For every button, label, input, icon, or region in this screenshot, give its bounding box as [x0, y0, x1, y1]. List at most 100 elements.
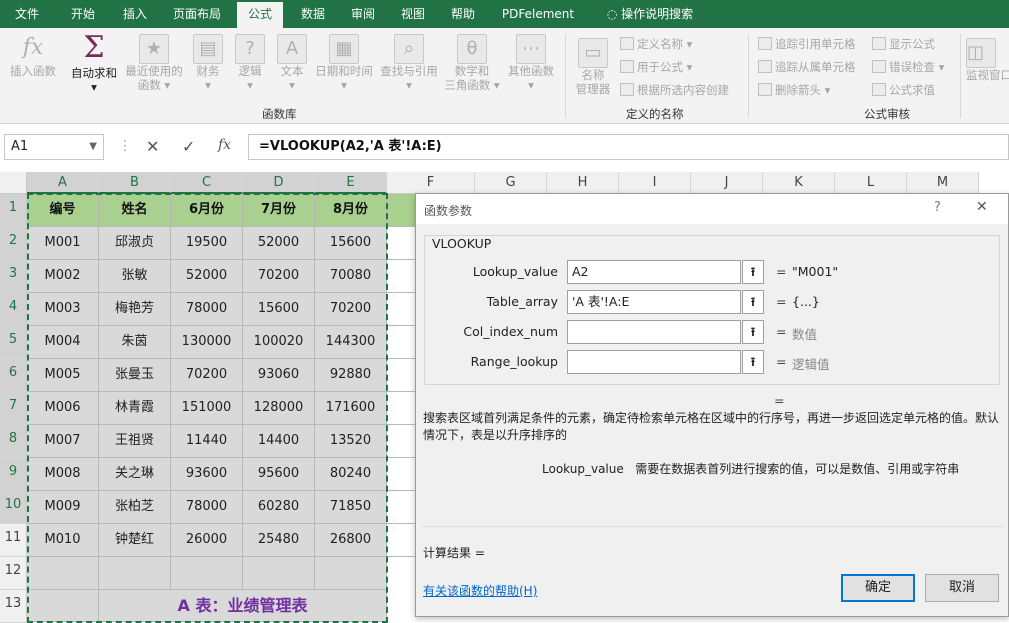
column-header[interactable]: A: [27, 172, 99, 194]
row-header[interactable]: 9: [0, 458, 27, 491]
table-cell[interactable]: [27, 557, 99, 590]
table-cell[interactable]: 92880: [315, 359, 387, 392]
table-cell[interactable]: 78000: [171, 293, 243, 326]
column-header[interactable]: B: [99, 172, 171, 194]
table-cell[interactable]: 张曼玉: [99, 359, 171, 392]
table-cell[interactable]: [99, 557, 171, 590]
argument-input[interactable]: 'A 表'!A:E: [567, 290, 741, 314]
table-cell[interactable]: 52000: [171, 260, 243, 293]
table-cell[interactable]: M008: [27, 458, 99, 491]
table-cell[interactable]: 70200: [243, 260, 315, 293]
table-cell[interactable]: 张敏: [99, 260, 171, 293]
row-header[interactable]: 8: [0, 425, 27, 458]
table-cell[interactable]: 梅艳芳: [99, 293, 171, 326]
argument-input[interactable]: [567, 320, 741, 344]
row-header[interactable]: 13: [0, 590, 27, 623]
table-header-cell[interactable]: 7月份: [243, 194, 315, 227]
table-cell[interactable]: 80240: [315, 458, 387, 491]
financial-button[interactable]: ▤ 财务 ▾: [188, 34, 228, 92]
tab-page-layout[interactable]: 页面布局: [164, 0, 230, 28]
table-cell[interactable]: 25480: [243, 524, 315, 557]
define-name-button[interactable]: 定义名称 ▾: [620, 36, 692, 52]
table-cell[interactable]: 钟楚红: [99, 524, 171, 557]
row-header[interactable]: 4: [0, 293, 27, 326]
table-cell[interactable]: [27, 590, 99, 622]
more-functions-button[interactable]: ⋯ 其他函数 ▾: [502, 34, 560, 92]
table-cell[interactable]: 朱茵: [99, 326, 171, 359]
table-cell[interactable]: 52000: [243, 227, 315, 260]
table-cell[interactable]: 171600: [315, 392, 387, 425]
use-in-formula-button[interactable]: 用于公式 ▾: [620, 59, 692, 75]
table-header-cell[interactable]: 8月份: [315, 194, 387, 227]
table-cell[interactable]: 70080: [315, 260, 387, 293]
tell-me-search[interactable]: ◌ 操作说明搜索: [596, 0, 704, 28]
insert-function-button[interactable]: fx 插入函数: [6, 34, 60, 78]
column-header[interactable]: H: [547, 172, 619, 194]
tab-formulas[interactable]: 公式: [237, 2, 283, 28]
table-cell[interactable]: 93600: [171, 458, 243, 491]
row-header[interactable]: 11: [0, 524, 27, 557]
table-cell[interactable]: M004: [27, 326, 99, 359]
ok-button[interactable]: 确定: [841, 574, 915, 602]
table-cell[interactable]: 70200: [315, 293, 387, 326]
table-cell[interactable]: 15600: [315, 227, 387, 260]
row-header[interactable]: 12: [0, 557, 27, 590]
table-cell[interactable]: 26800: [315, 524, 387, 557]
math-trig-button[interactable]: θ 数学和 三角函数 ▾: [442, 34, 502, 92]
table-cell[interactable]: 邱淑贞: [99, 227, 171, 260]
column-header[interactable]: C: [171, 172, 243, 194]
table-cell[interactable]: 林青霞: [99, 392, 171, 425]
trace-precedents-button[interactable]: 追踪引用单元格: [758, 36, 856, 52]
table-header-cell[interactable]: 6月份: [171, 194, 243, 227]
table-cell[interactable]: M006: [27, 392, 99, 425]
column-header[interactable]: G: [475, 172, 547, 194]
table-header-cell[interactable]: 姓名: [99, 194, 171, 227]
table-cell[interactable]: 王祖贤: [99, 425, 171, 458]
select-all-corner[interactable]: [0, 172, 27, 194]
autosum-button[interactable]: Σ 自动求和 ▾: [66, 32, 122, 95]
column-header[interactable]: I: [619, 172, 691, 194]
table-cell[interactable]: [171, 557, 243, 590]
lookup-reference-button[interactable]: ⌕ 查找与引用 ▾: [376, 34, 442, 92]
cancel-button[interactable]: 取消: [925, 574, 999, 602]
column-header[interactable]: J: [691, 172, 763, 194]
create-from-selection-button[interactable]: 根据所选内容创建: [620, 82, 729, 98]
table-cell[interactable]: M010: [27, 524, 99, 557]
column-header[interactable]: L: [835, 172, 907, 194]
table-header-cell[interactable]: 编号: [27, 194, 99, 227]
tab-help[interactable]: 帮助: [440, 0, 486, 28]
column-header[interactable]: D: [243, 172, 315, 194]
cancel-x-icon[interactable]: ✕: [146, 137, 159, 156]
row-header[interactable]: 1: [0, 194, 27, 227]
collapse-dialog-icon[interactable]: ⭱: [742, 290, 764, 314]
show-formulas-button[interactable]: 显示公式: [872, 36, 935, 52]
column-header[interactable]: K: [763, 172, 835, 194]
table-cell[interactable]: 60280: [243, 491, 315, 524]
formula-input[interactable]: =VLOOKUP(A2,'A 表'!A:E): [248, 134, 1009, 160]
row-header[interactable]: 7: [0, 392, 27, 425]
table-cell[interactable]: [315, 557, 387, 590]
table-cell[interactable]: 100020: [243, 326, 315, 359]
recent-functions-button[interactable]: ★ 最近使用的 函数 ▾: [122, 34, 186, 92]
row-header[interactable]: 10: [0, 491, 27, 524]
table-cell[interactable]: 26000: [171, 524, 243, 557]
remove-arrows-button[interactable]: 删除箭头 ▾: [758, 82, 830, 98]
table-cell[interactable]: 128000: [243, 392, 315, 425]
table-title[interactable]: A 表：业绩管理表: [99, 590, 387, 622]
help-link[interactable]: 有关该函数的帮助(H): [423, 582, 537, 599]
table-cell[interactable]: M005: [27, 359, 99, 392]
table-cell[interactable]: 14400: [243, 425, 315, 458]
table-cell[interactable]: M001: [27, 227, 99, 260]
row-header[interactable]: 2: [0, 227, 27, 260]
collapse-dialog-icon[interactable]: ⭱: [742, 320, 764, 344]
table-cell[interactable]: M009: [27, 491, 99, 524]
table-cell[interactable]: M003: [27, 293, 99, 326]
table-cell[interactable]: 70200: [171, 359, 243, 392]
argument-input[interactable]: [567, 350, 741, 374]
logical-button[interactable]: ? 逻辑 ▾: [230, 34, 270, 92]
table-cell[interactable]: 130000: [171, 326, 243, 359]
table-cell[interactable]: [243, 557, 315, 590]
table-cell[interactable]: 19500: [171, 227, 243, 260]
help-question-icon[interactable]: ?: [934, 200, 941, 215]
error-checking-button[interactable]: 错误检查 ▾: [872, 59, 944, 75]
